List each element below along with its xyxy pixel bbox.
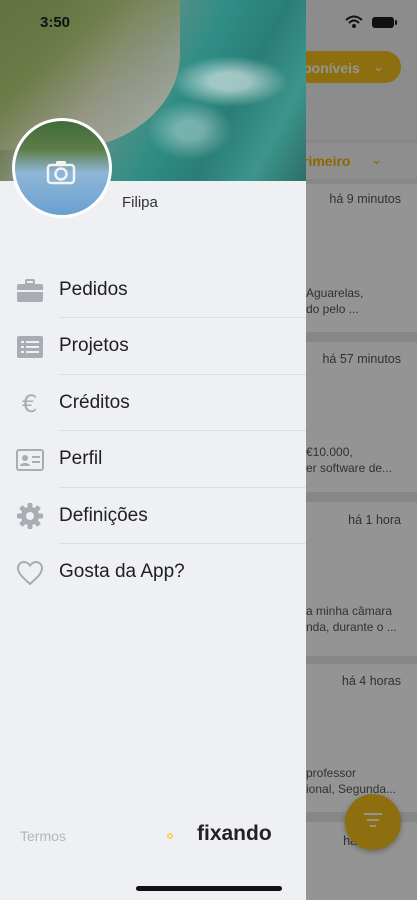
home-indicator — [136, 886, 282, 891]
menu-item-rate-app[interactable]: Gosta da App? — [0, 544, 306, 600]
euro-icon: € — [22, 390, 37, 417]
menu-item-label: Pedidos — [59, 279, 128, 300]
menu-item-perfil[interactable]: Perfil — [0, 431, 306, 487]
user-name: Filipa — [122, 194, 158, 211]
menu-item-label: Créditos — [59, 392, 130, 413]
menu-item-label: Perfil — [59, 448, 103, 469]
brand-name: fixando — [197, 822, 272, 845]
svg-text:€: € — [22, 390, 37, 417]
menu-item-label: Definições — [59, 505, 148, 526]
briefcase-icon — [17, 279, 43, 302]
fixando-logo-icon — [167, 833, 173, 839]
menu-item-creditos[interactable]: € Créditos — [0, 375, 306, 431]
heart-icon — [16, 560, 44, 586]
menu-item-definicoes[interactable]: Definições — [0, 488, 306, 544]
status-time: 3:50 — [40, 14, 71, 31]
menu-item-projetos[interactable]: Projetos — [0, 318, 306, 374]
terms-link[interactable]: Termos — [20, 828, 66, 844]
navigation-drawer: Filipa Pedidos Projetos € Créditos Perfi… — [0, 0, 306, 900]
id-card-icon — [16, 449, 44, 471]
status-icons — [345, 15, 397, 28]
menu-item-pedidos[interactable]: Pedidos — [0, 262, 306, 318]
menu-item-label: Projetos — [59, 335, 129, 356]
gear-icon — [17, 503, 43, 529]
camera-icon[interactable] — [46, 159, 76, 185]
list-icon — [17, 336, 43, 358]
menu-item-label: Gosta da App? — [59, 561, 185, 582]
